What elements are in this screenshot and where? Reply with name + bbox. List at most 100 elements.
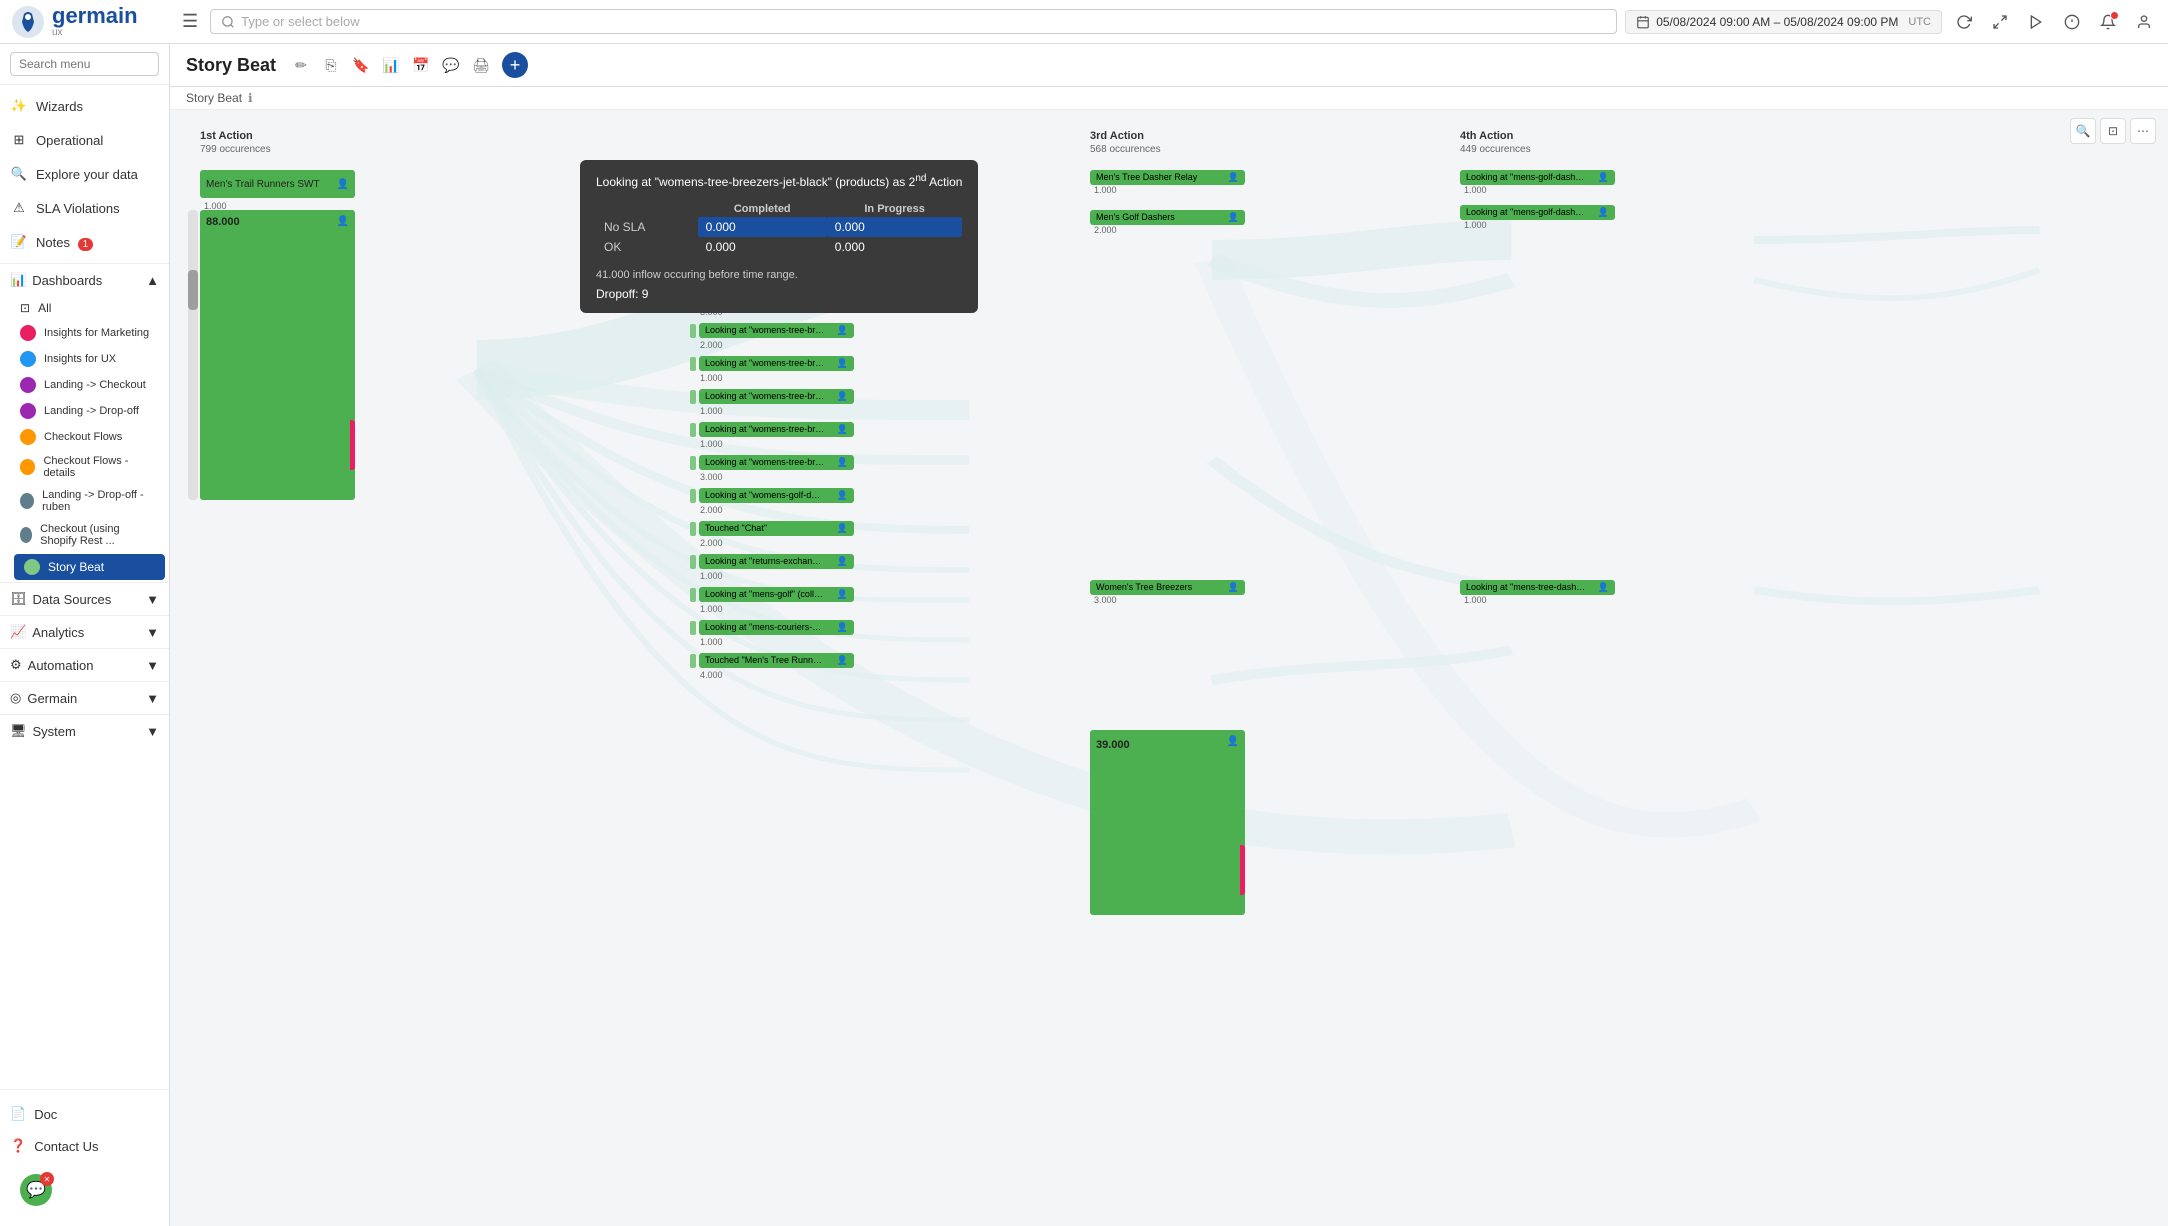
col2-node8-box[interactable]: Touched "Chat" 👤 — [699, 521, 854, 536]
hamburger-button[interactable]: ☰ — [178, 7, 202, 36]
col1-occurrence-count: 799 occurences — [200, 144, 271, 155]
comment-button[interactable]: 💬 — [438, 52, 464, 78]
col2-node12-box[interactable]: Touched "Men's Tree Runner Go -... 👤 — [699, 653, 854, 668]
col3-big-node[interactable]: 39.000 👤 — [1090, 730, 1245, 915]
col2-node6-box[interactable]: Looking at "womens-tree-breezers... 👤 — [699, 455, 854, 470]
close-chat-icon: ✕ — [40, 1172, 54, 1186]
chat-bubble-button[interactable]: 💬 ✕ — [20, 1174, 52, 1206]
col2-node9-count: 1.000 — [690, 571, 854, 581]
sidebar-item-explore[interactable]: 🔍 Explore your data — [0, 157, 169, 191]
notifications-button[interactable] — [2094, 8, 2122, 36]
germain-header[interactable]: ◎ Germain ▼ — [0, 682, 169, 714]
col4-node2-box[interactable]: Looking at "mens-golf-dashe... 👤 — [1460, 205, 1615, 220]
col3-relay-box[interactable]: Men's Tree Dasher Relay 👤 — [1090, 170, 1245, 185]
col2-node2-box[interactable]: Looking at "womens-tree-breezers... 👤 — [699, 323, 854, 338]
zoom-in-button[interactable]: 🔍 — [2070, 118, 2096, 144]
calendar-header-button[interactable]: 📅 — [408, 52, 434, 78]
col2-node-12[interactable]: Touched "Men's Tree Runner Go -... 👤 — [690, 653, 854, 668]
copy-button[interactable]: ⎘ — [318, 52, 344, 78]
col3-node-breezers[interactable]: Women's Tree Breezers 👤 3.000 — [1090, 580, 1245, 605]
col2-node10-box[interactable]: Looking at "mens-golf" (collecti... 👤 — [699, 587, 854, 602]
info-button[interactable] — [2058, 8, 2086, 36]
col3-node-relay[interactable]: Men's Tree Dasher Relay 👤 1.000 — [1090, 170, 1245, 195]
sidebar-item-contact-us[interactable]: ❓ Contact Us — [0, 1130, 169, 1162]
col4-node-1[interactable]: Looking at "mens-golf-dashe... 👤 1.000 — [1460, 170, 1615, 195]
sidebar-item-all[interactable]: ⊡ All — [10, 296, 169, 320]
germain-icon: ◎ — [10, 690, 21, 706]
col2-node-7[interactable]: Looking at "womens-golf-dashers-... 👤 — [690, 488, 854, 503]
col2-node-9[interactable]: Looking at "returns-exchanges" (... 👤 — [690, 554, 854, 569]
play-button[interactable] — [2022, 8, 2050, 36]
col2-node11-box[interactable]: Looking at "mens-couriers-natura... 👤 — [699, 620, 854, 635]
sidebar-item-checkout-flows[interactable]: Checkout Flows — [10, 424, 169, 450]
col4-node-2[interactable]: Looking at "mens-golf-dashe... 👤 1.000 — [1460, 205, 1615, 230]
col4-node3-box[interactable]: Looking at "mens-tree-dashe... 👤 — [1460, 580, 1615, 595]
chart-button[interactable]: 📊 — [378, 52, 404, 78]
col2-node-3[interactable]: Looking at "womens-tree-breezers... 👤 — [690, 356, 854, 371]
col4-node1-box[interactable]: Looking at "mens-golf-dashe... 👤 — [1460, 170, 1615, 185]
col2-node-4[interactable]: Looking at "womens-tree-breezers... 👤 — [690, 389, 854, 404]
system-header[interactable]: 🖥 System ▼ — [0, 715, 169, 747]
analytics-header[interactable]: 📈 Analytics ▼ — [0, 616, 169, 648]
col2-node-6[interactable]: Looking at "womens-tree-breezers... 👤 — [690, 455, 854, 470]
more-options-button[interactable]: ⋯ — [2130, 118, 2156, 144]
sidebar-search-input[interactable] — [10, 52, 159, 76]
chevron-down-icon-an: ▼ — [146, 625, 159, 640]
bookmark-button[interactable]: 🔖 — [348, 52, 374, 78]
sidebar-item-landing-dropoff[interactable]: Landing -> Drop-off — [10, 398, 169, 424]
sidebar-item-checkout-flows-details[interactable]: Checkout Flows - details — [10, 450, 169, 484]
col1-scrollbar-thumb[interactable] — [188, 270, 198, 310]
sidebar-item-insights-ux[interactable]: Insights for UX — [10, 346, 169, 372]
col1-node-trail-runners[interactable]: Men's Trail Runners SWT 👤 1.000 — [200, 170, 355, 211]
dashboards-header[interactable]: 📊 Dashboards ▲ — [0, 264, 169, 296]
sidebar-item-landing-checkout[interactable]: Landing -> Checkout — [10, 372, 169, 398]
sidebar-item-notes[interactable]: 📝 Notes 1 — [0, 225, 169, 259]
global-search[interactable]: Type or select below — [210, 9, 1617, 34]
edit-button[interactable]: ✏ — [288, 52, 314, 78]
col2-node-10[interactable]: Looking at "mens-golf" (collecti... 👤 — [690, 587, 854, 602]
col4-header: 4th Action 449 occurences — [1460, 130, 1531, 155]
col1-big-node[interactable]: 88.000 👤 — [200, 210, 355, 500]
fit-button[interactable]: ⊡ — [2100, 118, 2126, 144]
col3-golf-box[interactable]: Men's Golf Dashers 👤 — [1090, 210, 1245, 225]
chevron-up-icon: ▲ — [146, 273, 159, 288]
page-title: Story Beat — [186, 55, 276, 76]
sidebar-item-insights-marketing[interactable]: Insights for Marketing — [10, 320, 169, 346]
sidebar-item-wizards[interactable]: ✨ Wizards — [0, 89, 169, 123]
col3-node-golf[interactable]: Men's Golf Dashers 👤 2.000 — [1090, 210, 1245, 235]
data-sources-header[interactable]: 🗄 Data Sources ▼ — [0, 583, 169, 615]
col2-node5-box[interactable]: Looking at "womens-tree-breezers... 👤 — [699, 422, 854, 437]
sidebar-item-story-beat[interactable]: Story Beat — [14, 554, 165, 580]
sidebar-item-operational[interactable]: ⊞ Operational — [0, 123, 169, 157]
breadcrumb-info-icon[interactable]: ℹ — [248, 91, 253, 105]
col4-node-3[interactable]: Looking at "mens-tree-dashe... 👤 1.000 — [1460, 580, 1615, 605]
tooltip-row-ok-completed: 0.000 — [698, 237, 827, 257]
col2-node-5[interactable]: Looking at "womens-tree-breezers... 👤 — [690, 422, 854, 437]
content-area: Story Beat ✏ ⎘ 🔖 📊 📅 💬 🖨 + Story Beat ℹ … — [170, 44, 2168, 1226]
col2-node9-box[interactable]: Looking at "returns-exchanges" (... 👤 — [699, 554, 854, 569]
sidebar-item-sla[interactable]: ⚠ SLA Violations — [0, 191, 169, 225]
fullscreen-button[interactable] — [1986, 8, 2014, 36]
add-widget-button[interactable]: + — [502, 52, 528, 78]
col3-breezers-box[interactable]: Women's Tree Breezers 👤 — [1090, 580, 1245, 595]
sidebar-item-doc[interactable]: 📄 Doc — [0, 1098, 169, 1130]
date-range[interactable]: 05/08/2024 09:00 AM – 05/08/2024 09:00 P… — [1625, 10, 1942, 34]
canvas-controls: 🔍 ⊡ ⋯ — [2070, 118, 2156, 144]
col2-node7-box[interactable]: Looking at "womens-golf-dashers-... 👤 — [699, 488, 854, 503]
col2-node3-box[interactable]: Looking at "womens-tree-breezers... 👤 — [699, 356, 854, 371]
tooltip-note: 41.000 inflow occuring before time range… — [596, 267, 962, 284]
flow-canvas[interactable]: 🔍 ⊡ ⋯ — [170, 110, 2168, 1226]
col2-node-8[interactable]: Touched "Chat" 👤 — [690, 521, 854, 536]
sidebar-item-checkout-shopify[interactable]: Checkout (using Shopify Rest ... — [10, 518, 169, 552]
col2-node4-box[interactable]: Looking at "womens-tree-breezers... 👤 — [699, 389, 854, 404]
sidebar-label-checkout-flows-details: Checkout Flows - details — [43, 455, 159, 479]
col1-scrollbar-track[interactable] — [188, 210, 198, 500]
sidebar-item-landing-dropoff-ruben[interactable]: Landing -> Drop-off - ruben — [10, 484, 169, 518]
col2-node-2[interactable]: Looking at "womens-tree-breezers... 👤 — [690, 323, 854, 338]
print-button[interactable]: 🖨 — [468, 52, 494, 78]
col2-node-11[interactable]: Looking at "mens-couriers-natura... 👤 — [690, 620, 854, 635]
user-button[interactable] — [2130, 8, 2158, 36]
refresh-button[interactable] — [1950, 8, 1978, 36]
logo-area: germain ux — [10, 4, 170, 40]
automation-header[interactable]: ⚙ Automation ▼ — [0, 649, 169, 681]
